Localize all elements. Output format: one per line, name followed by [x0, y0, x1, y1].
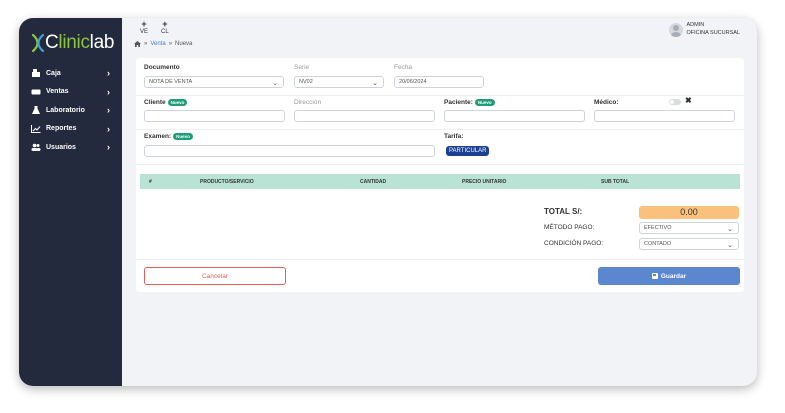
sale-form-card: Documento NOTA DE VENTA ⌄ Serie NV02 ⌄ F…: [136, 58, 744, 292]
chevron-right-icon: ›: [107, 68, 110, 79]
avatar: [668, 22, 683, 37]
column-subtotal: SUB TOTAL: [601, 179, 630, 185]
cliente-label: Cliente Nuevo: [144, 99, 188, 106]
chevron-right-icon: ›: [107, 105, 110, 116]
total-label: TOTAL S/:: [544, 207, 583, 216]
nuevo-examen-button[interactable]: Nuevo: [173, 133, 193, 140]
total-value: 0.00: [639, 206, 739, 219]
cancel-button[interactable]: Cancelar: [144, 267, 286, 285]
ticket-icon: [31, 89, 41, 95]
breadcrumb-link-venta[interactable]: Venta: [150, 41, 165, 47]
items-table-header: # PRODUCTO/SERVICIO CANTIDAD PRECIO UNIT…: [140, 174, 740, 189]
cliente-input[interactable]: [144, 110, 285, 122]
main-content: + VE + CL » Venta » Nueva ADMIN OFICINA …: [122, 18, 757, 386]
floppy-disk-icon: [651, 273, 658, 279]
sidebar-nav: Caja › Ventas › Laboratorio › Reportes ›…: [19, 64, 122, 157]
serie-label: Serie: [294, 64, 310, 71]
divider: [136, 95, 744, 96]
user-name: ADMIN: [686, 22, 705, 28]
nuevo-cliente-button[interactable]: Nuevo: [167, 99, 188, 106]
breadcrumb: » Venta » Nueva: [134, 41, 192, 47]
chevron-down-icon: ⌄: [272, 80, 278, 87]
documento-label: Documento: [144, 64, 180, 71]
column-cantidad: CANTIDAD: [360, 179, 387, 185]
home-icon[interactable]: [134, 41, 141, 47]
plus-icon: +: [162, 19, 168, 29]
divider: [136, 164, 744, 165]
medico-toggle[interactable]: [669, 99, 681, 105]
sidebar-item-reportes[interactable]: Reportes ›: [19, 120, 122, 139]
sidebar-item-caja[interactable]: Caja ›: [19, 64, 122, 83]
quick-add-cl-button[interactable]: + CL: [161, 19, 169, 36]
divider: [136, 129, 744, 130]
user-branch: OFICINA SUCURSAL: [686, 29, 740, 36]
column-producto: PRODUCTO/SERVICIO: [200, 179, 254, 185]
sidebar-item-usuarios[interactable]: Usuarios ›: [19, 138, 122, 157]
fecha-input[interactable]: 20/06/2024: [394, 76, 484, 88]
paciente-input[interactable]: [444, 110, 585, 122]
tarifa-badge[interactable]: PARTICULAR: [446, 146, 490, 156]
plus-icon: +: [141, 19, 147, 29]
divider: [136, 259, 744, 260]
medico-label: Médico:: [594, 99, 619, 106]
serie-select[interactable]: NV02 ⌄: [294, 76, 384, 88]
tarifa-label: Tarifa:: [444, 133, 464, 140]
metodo-pago-select[interactable]: EFECTIVO ⌄: [639, 222, 739, 234]
breadcrumb-separator: »: [168, 41, 173, 47]
logo: Cliniclab: [31, 32, 114, 54]
logo-text: Cliniclab: [45, 32, 115, 53]
chevron-right-icon: ›: [107, 86, 110, 97]
flask-icon: [32, 106, 40, 115]
direccion-input[interactable]: [294, 110, 435, 122]
direccion-label: Dirección: [294, 99, 322, 106]
fecha-label: Fecha: [394, 64, 413, 71]
breadcrumb-separator: »: [144, 41, 148, 47]
chevron-right-icon: ›: [107, 142, 110, 153]
examen-input[interactable]: [144, 145, 435, 157]
examen-label: Examen: Nuevo: [144, 133, 193, 140]
condicion-pago-select[interactable]: CONTADO ⌄: [639, 238, 739, 250]
nuevo-paciente-button[interactable]: Nuevo: [474, 99, 495, 106]
chart-line-icon: [31, 124, 41, 133]
medico-input[interactable]: [594, 110, 735, 122]
users-icon: [31, 143, 41, 152]
paciente-label: Paciente: Nuevo: [444, 99, 495, 106]
documento-select[interactable]: NOTA DE VENTA ⌄: [144, 76, 284, 88]
column-precio: PRECIO UNITARIO: [462, 179, 507, 185]
quick-add-ve-button[interactable]: + VE: [140, 19, 148, 36]
topbar: + VE + CL » Venta » Nueva ADMIN OFICINA …: [122, 18, 757, 52]
condicion-pago-label: CONDICIÓN PAGO:: [544, 240, 604, 247]
breadcrumb-current: Nueva: [175, 41, 193, 47]
column-index: #: [149, 179, 152, 185]
chevron-down-icon: ⌄: [372, 80, 378, 87]
chevron-right-icon: ›: [107, 123, 110, 134]
close-icon[interactable]: ✖: [685, 96, 692, 105]
app-window: Cliniclab Caja › Ventas › Laboratorio › …: [19, 18, 757, 386]
cash-register-icon: [32, 69, 40, 78]
save-button[interactable]: Guardar: [598, 267, 740, 285]
user-menu[interactable]: ADMIN OFICINA SUCURSAL: [668, 22, 740, 37]
metodo-pago-label: MÉTODO PAGO:: [544, 224, 595, 231]
sidebar: Cliniclab Caja › Ventas › Laboratorio › …: [19, 18, 122, 386]
chevron-down-icon: ⌄: [727, 226, 733, 233]
sidebar-item-laboratorio[interactable]: Laboratorio ›: [19, 101, 122, 120]
cliniclab-logo-icon: [31, 33, 45, 53]
sidebar-item-ventas[interactable]: Ventas ›: [19, 83, 122, 102]
chevron-down-icon: ⌄: [727, 242, 733, 249]
